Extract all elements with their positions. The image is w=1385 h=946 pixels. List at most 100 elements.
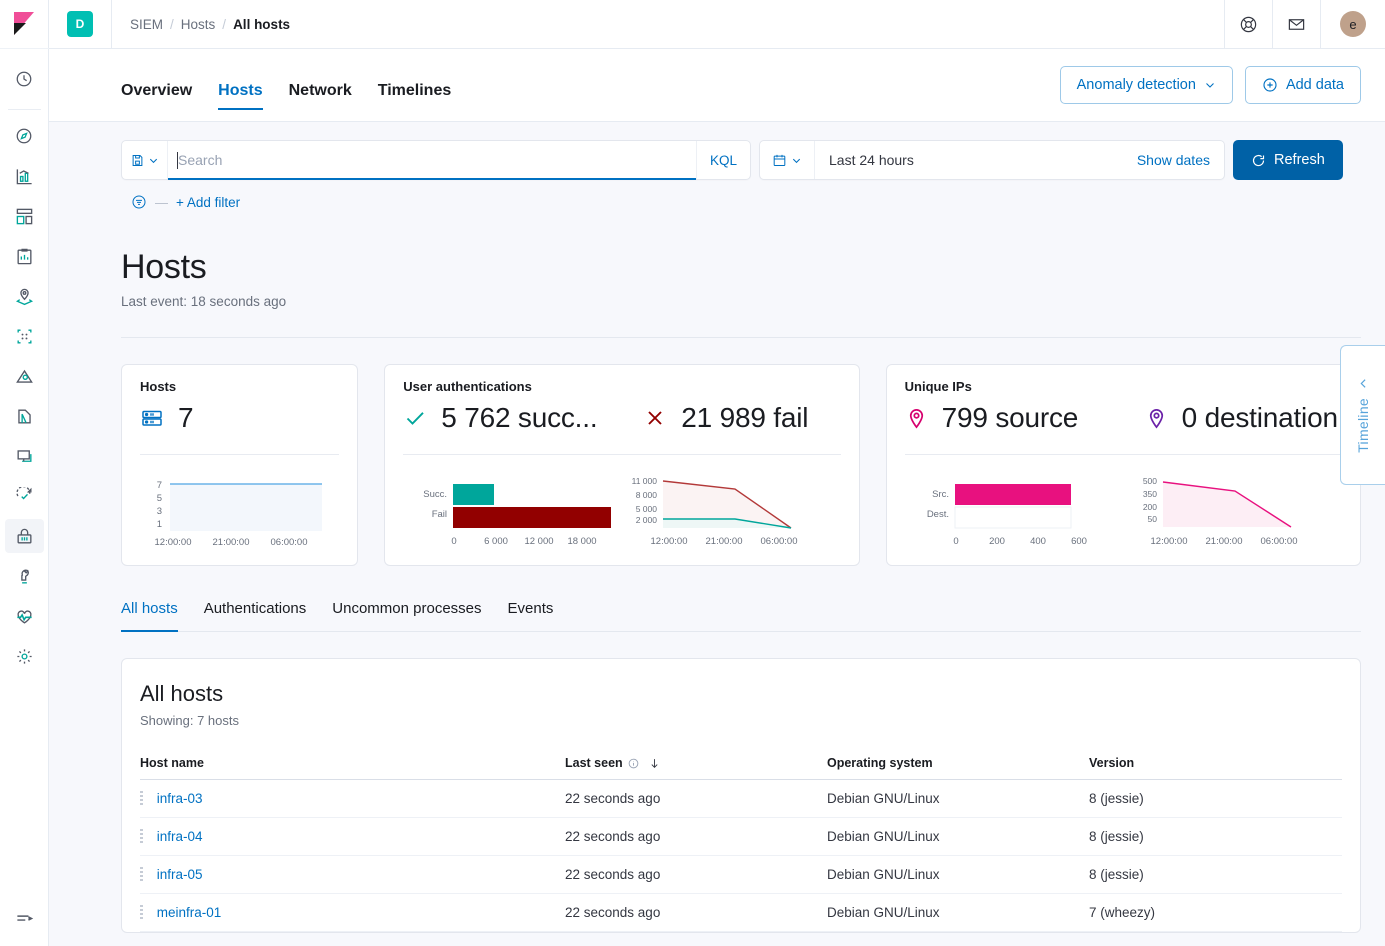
sidebar-item-canvas[interactable] xyxy=(0,236,49,276)
timeline-label: Timeline xyxy=(1355,398,1371,453)
subtab-authentications[interactable]: Authentications xyxy=(204,600,307,631)
ips-bar-chart: Src. Dest. 0 200 400 600 xyxy=(926,484,1087,547)
svg-text:06:00:00: 06:00:00 xyxy=(271,537,308,548)
svg-text:600: 600 xyxy=(1071,536,1087,547)
drag-handle-icon[interactable] xyxy=(140,829,143,844)
space-avatar[interactable]: D xyxy=(67,11,93,37)
check-icon xyxy=(407,412,424,425)
help-lifering-icon[interactable] xyxy=(1224,0,1272,49)
svg-text:Succ.: Succ. xyxy=(424,489,448,500)
user-avatar-button[interactable]: e xyxy=(1320,0,1385,49)
anomaly-detection-button[interactable]: Anomaly detection xyxy=(1059,66,1233,104)
cell-last-seen: 22 seconds ago xyxy=(565,893,827,932)
page-subtitle: Last event: 18 seconds ago xyxy=(121,294,287,309)
sidebar-item-management[interactable] xyxy=(0,636,49,676)
table-row[interactable]: meinfra-01 22 seconds ago Debian GNU/Lin… xyxy=(140,893,1342,932)
subtab-events[interactable]: Events xyxy=(508,600,554,631)
timeline-flyout-tab[interactable]: Timeline xyxy=(1340,345,1385,485)
sidebar-item-infrastructure[interactable] xyxy=(0,356,49,396)
table-row[interactable]: infra-03 22 seconds ago Debian GNU/Linux… xyxy=(140,779,1342,818)
drag-handle-icon[interactable] xyxy=(140,867,143,882)
svg-text:7: 7 xyxy=(157,480,162,491)
sidebar-item-machine-learning[interactable] xyxy=(0,316,49,356)
column-header-host-name[interactable]: Host name xyxy=(140,756,565,780)
table-row[interactable]: infra-05 22 seconds ago Debian GNU/Linux… xyxy=(140,855,1342,894)
panel-title: All hosts xyxy=(140,681,224,706)
main-column: D SIEM / Hosts / All hosts e Overview Ho… xyxy=(49,0,1385,946)
sidebar-item-discover[interactable] xyxy=(0,116,49,156)
chevron-down-icon xyxy=(792,158,801,163)
sidebar-item-recently-viewed[interactable] xyxy=(0,59,49,99)
tab-timelines[interactable]: Timelines xyxy=(378,54,452,122)
column-header-last-seen[interactable]: Last seen xyxy=(565,756,827,780)
svg-text:18 000: 18 000 xyxy=(568,536,597,547)
cell-last-seen: 22 seconds ago xyxy=(565,779,827,818)
table-row[interactable]: infra-04 22 seconds ago Debian GNU/Linux… xyxy=(140,817,1342,856)
breadcrumb-item-hosts[interactable]: Hosts xyxy=(181,17,216,32)
host-link[interactable]: meinfra-01 xyxy=(157,905,222,920)
saved-query-button[interactable] xyxy=(122,141,168,179)
search-input[interactable] xyxy=(168,141,696,179)
cell-operating-system: Debian GNU/Linux xyxy=(827,779,1089,818)
host-link[interactable]: infra-03 xyxy=(157,791,203,806)
tab-hosts[interactable]: Hosts xyxy=(218,54,264,122)
stat-card-unique-ips: Unique IPs 799 source 0 destination Src.… xyxy=(885,364,1362,566)
header-divider xyxy=(111,0,112,49)
table-header-row: Host name Last seen Operating system Ver… xyxy=(140,756,1342,780)
breadcrumb-item-siem[interactable]: SIEM xyxy=(130,17,163,32)
column-label: Operating system xyxy=(827,756,933,770)
svg-text:0: 0 xyxy=(452,536,457,547)
svg-text:Src.: Src. xyxy=(932,489,949,500)
date-range-value[interactable]: Last 24 hours xyxy=(815,141,1123,179)
tab-overview[interactable]: Overview xyxy=(121,54,192,122)
drag-handle-icon[interactable] xyxy=(140,905,143,920)
sidebar-item-apm[interactable] xyxy=(0,436,49,476)
page-content: KQL Last 24 hours Show dates xyxy=(49,122,1385,946)
sidebar-item-siem[interactable] xyxy=(0,516,49,556)
svg-text:11 000: 11 000 xyxy=(632,476,658,486)
subtab-uncommon-processes[interactable]: Uncommon processes xyxy=(332,600,481,631)
sidebar-item-dev-tools[interactable] xyxy=(0,556,49,596)
auth-area-chart: 11 000 8 000 5 000 2 000 12:00:00 21:00:… xyxy=(632,476,798,547)
page-header-actions: Anomaly detection Add data xyxy=(1059,66,1361,104)
stat-card-title: Hosts xyxy=(140,379,177,394)
column-header-operating-system[interactable]: Operating system xyxy=(827,756,1089,780)
svg-text:500: 500 xyxy=(1142,476,1156,486)
query-language-button[interactable]: KQL xyxy=(695,141,750,179)
cell-host-name: infra-05 xyxy=(140,855,565,894)
subtab-all-hosts[interactable]: All hosts xyxy=(121,600,178,632)
filter-row: — + Add filter xyxy=(121,180,1361,210)
host-link[interactable]: infra-05 xyxy=(157,867,203,882)
kibana-logo[interactable] xyxy=(0,0,49,49)
drag-handle-icon[interactable] xyxy=(140,791,143,806)
show-dates-button[interactable]: Show dates xyxy=(1123,141,1224,179)
hosts-table-head: Host name Last seen Operating system Ver… xyxy=(140,756,1342,780)
date-quick-select-button[interactable] xyxy=(760,141,815,179)
column-header-version[interactable]: Version xyxy=(1089,756,1342,780)
ips-area-chart: 500 350 200 50 12:00:00 21:00:00 06:00:0… xyxy=(1142,476,1297,547)
sidebar-item-monitoring[interactable] xyxy=(0,596,49,636)
host-link[interactable]: infra-04 xyxy=(157,829,203,844)
mail-icon[interactable] xyxy=(1272,0,1320,49)
stat-auth-fail: 21 989 fail xyxy=(643,402,808,434)
stat-row: 799 source 0 destination xyxy=(905,402,1342,434)
sidebar-item-logs[interactable] xyxy=(0,396,49,436)
panel-subtitle: Showing: 7 hosts xyxy=(140,713,240,728)
add-data-button[interactable]: Add data xyxy=(1244,66,1361,104)
tab-network[interactable]: Network xyxy=(289,54,352,122)
add-filter-button[interactable]: + Add filter xyxy=(176,195,240,210)
svg-text:350: 350 xyxy=(1142,489,1156,499)
kibana-siem-hosts-page: D SIEM / Hosts / All hosts e Overview Ho… xyxy=(0,0,1385,946)
sidebar-item-visualize[interactable] xyxy=(0,156,49,196)
refresh-button[interactable]: Refresh xyxy=(1233,140,1343,180)
sidebar-item-maps[interactable] xyxy=(0,276,49,316)
add-data-label: Add data xyxy=(1285,77,1344,93)
sidebar-collapse-toggle[interactable] xyxy=(0,898,49,938)
server-icon xyxy=(142,410,162,426)
top-header-bar: D SIEM / Hosts / All hosts e xyxy=(49,0,1385,49)
sidebar-item-uptime[interactable] xyxy=(0,476,49,516)
sidebar-item-dashboard[interactable] xyxy=(0,196,49,236)
hosts-subtabs: All hosts Authentications Uncommon proce… xyxy=(121,600,1361,632)
marker-icon xyxy=(1149,408,1163,429)
stat-hosts-count: 7 xyxy=(140,402,194,434)
